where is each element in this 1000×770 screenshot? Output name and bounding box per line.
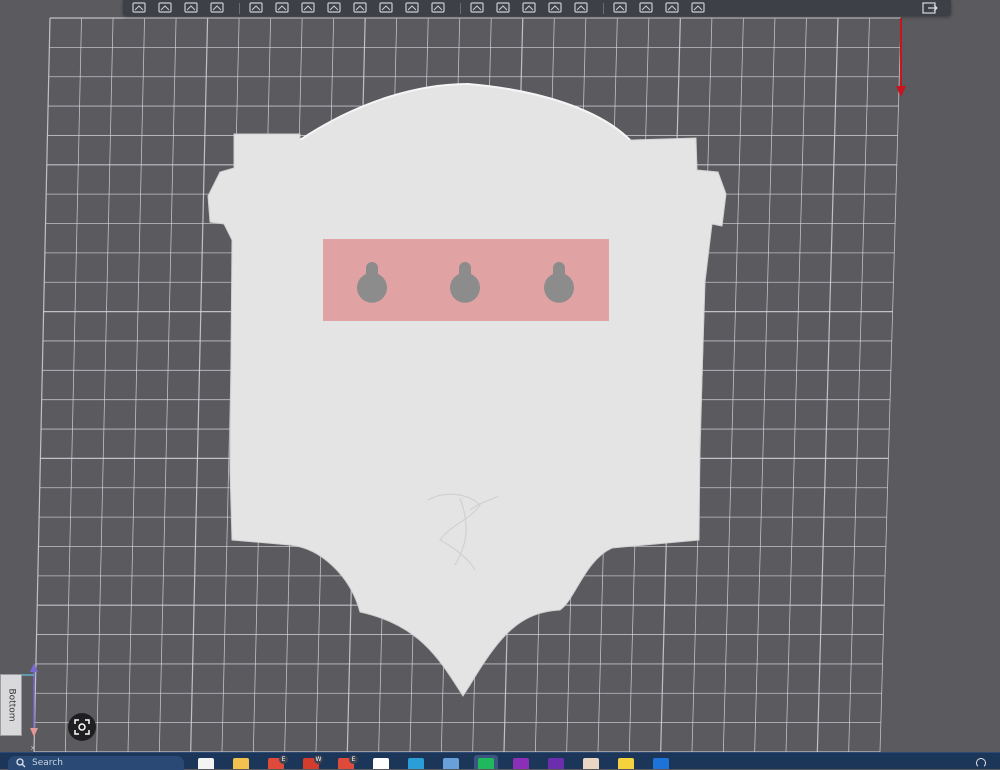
brim-icon — [639, 2, 653, 13]
view-orientation-label[interactable]: Bottom — [0, 674, 22, 736]
cut-button[interactable] — [350, 1, 372, 15]
support-button[interactable] — [376, 1, 398, 15]
file-explorer-icon[interactable] — [198, 758, 214, 769]
paint-icon[interactable] — [583, 758, 599, 769]
add-shape-button[interactable] — [181, 1, 203, 15]
cut-icon — [353, 2, 367, 13]
text-icon — [470, 2, 484, 13]
measure-icon — [496, 2, 510, 13]
add-shape-icon — [184, 2, 198, 13]
top-toolbar — [123, 0, 951, 16]
chrome-profile-3-icon[interactable]: E — [338, 755, 358, 769]
text-button[interactable] — [467, 1, 489, 15]
seam-button[interactable] — [402, 1, 424, 15]
assembly-button[interactable] — [519, 1, 541, 15]
z-axis-arrow-head — [30, 663, 38, 672]
calculator-icon[interactable] — [443, 758, 459, 769]
onenote-icon[interactable] — [513, 758, 529, 769]
layer-icon — [574, 2, 588, 13]
export-icon — [922, 2, 938, 14]
chrome-profile-1-icon[interactable]: E — [268, 755, 288, 769]
scale-button[interactable] — [324, 1, 346, 15]
arrange-button[interactable] — [207, 1, 229, 15]
move-button[interactable] — [272, 1, 294, 15]
sticky-notes-icon[interactable] — [618, 758, 634, 769]
toolbar-separator — [603, 2, 604, 14]
paint-icon — [431, 2, 445, 13]
add-plate-button[interactable] — [155, 1, 177, 15]
profile-badge: E — [279, 755, 288, 764]
monitor-icon[interactable] — [408, 758, 424, 769]
app-blue-icon[interactable] — [653, 758, 669, 769]
arrange-icon — [210, 2, 224, 13]
toolbar-separator — [239, 2, 240, 14]
profile-badge: E — [349, 755, 358, 764]
screenshot-icon — [74, 719, 90, 735]
chrome-profile-2-icon[interactable]: W — [303, 755, 323, 769]
export-button[interactable] — [917, 1, 943, 15]
scene-canvas[interactable] — [0, 0, 1000, 753]
active-app-glyph — [478, 758, 494, 769]
app-purple-icon[interactable] — [548, 758, 564, 769]
3d-viewport[interactable]: × Bottom — [0, 0, 1000, 753]
split-icon — [548, 2, 562, 13]
split-button[interactable] — [545, 1, 567, 15]
screenshot-button[interactable] — [68, 713, 96, 741]
rotate-icon — [301, 2, 315, 13]
variable-height-icon — [613, 2, 627, 13]
layer-button[interactable] — [571, 1, 593, 15]
move-icon — [275, 2, 289, 13]
mesh-icon — [691, 2, 705, 13]
emboss-button[interactable] — [662, 1, 684, 15]
search-icon — [16, 758, 26, 768]
bambu-studio-icon[interactable] — [474, 755, 498, 769]
search-placeholder: Search — [32, 758, 63, 768]
variable-height-button[interactable] — [610, 1, 632, 15]
orient-icon — [249, 2, 263, 13]
add-object-icon — [132, 2, 146, 13]
app-red-icon[interactable] — [373, 758, 389, 769]
scale-icon — [327, 2, 341, 13]
view-orientation-text: Bottom — [6, 688, 17, 722]
assembly-icon — [522, 2, 536, 13]
toolbar-separator — [460, 2, 461, 14]
brim-button[interactable] — [636, 1, 658, 15]
rotate-button[interactable] — [298, 1, 320, 15]
tray-status-icon[interactable] — [976, 758, 986, 768]
axis-origin-marker: × — [30, 744, 36, 752]
paint-button[interactable] — [428, 1, 450, 15]
support-icon — [379, 2, 393, 13]
folder-icon[interactable] — [233, 758, 249, 769]
add-plate-icon — [158, 2, 172, 13]
add-object-button[interactable] — [129, 1, 151, 15]
measure-button[interactable] — [493, 1, 515, 15]
orient-button[interactable] — [246, 1, 268, 15]
profile-badge: W — [314, 755, 323, 764]
seam-icon — [405, 2, 419, 13]
windows-taskbar: Search E W E — [0, 752, 1000, 770]
z-axis-arrow-tail — [30, 728, 38, 737]
emboss-icon — [665, 2, 679, 13]
mesh-button[interactable] — [688, 1, 710, 15]
